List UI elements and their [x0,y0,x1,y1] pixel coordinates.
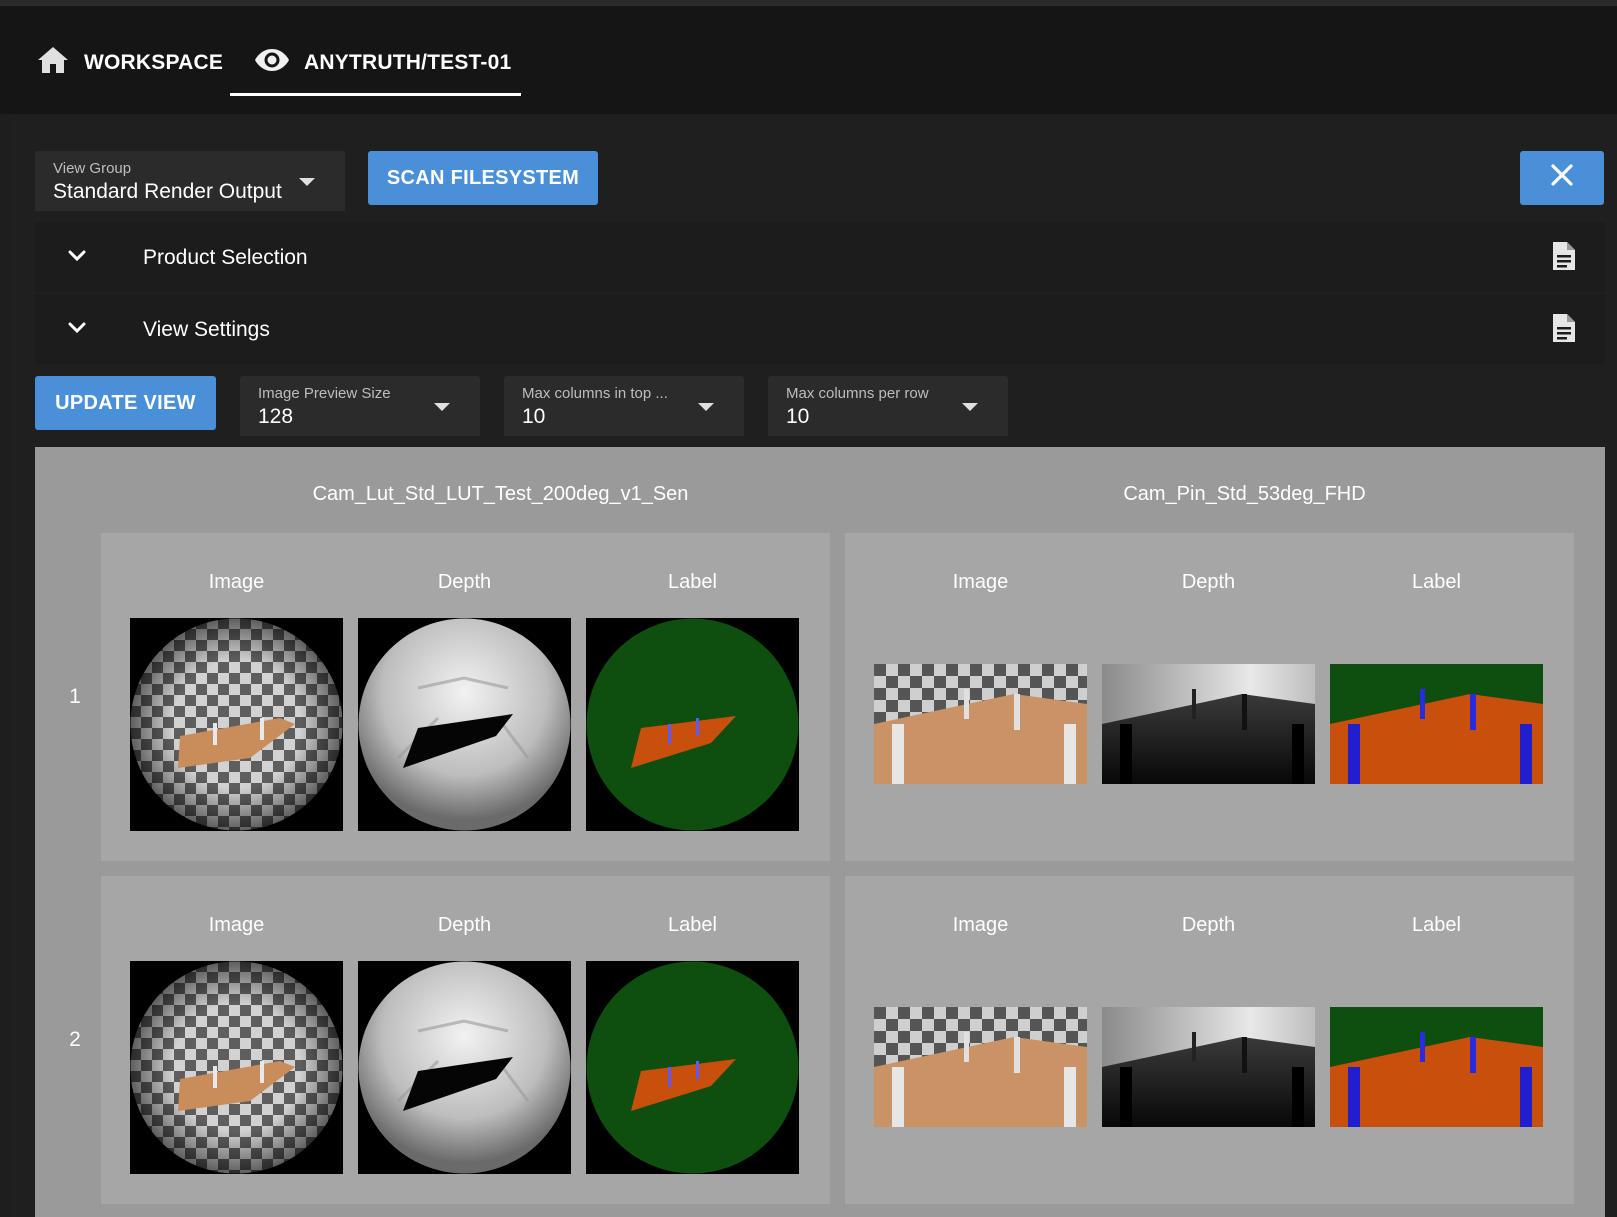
result-cell: Image Depth Label [101,876,830,1204]
channel-header: Image [208,914,265,936]
chevron-down-icon [962,403,978,411]
max-columns-top-value: 10 [522,405,546,428]
column-title: Cam_Lut_Std_LUT_Test_200deg_v1_Sen [312,483,689,505]
channel-header: Depth [437,914,492,936]
column-title: Cam_Pin_Std_53deg_FHD [1123,483,1366,505]
max-columns-row-select[interactable]: Max columns per row 10 [768,376,1008,436]
home-icon [36,45,70,81]
max-columns-row-label: Max columns per row [786,385,929,402]
max-columns-row-value: 10 [786,405,810,428]
depth-thumbnail[interactable] [358,618,571,831]
document-icon[interactable] [1551,312,1577,349]
close-icon [1550,163,1574,193]
view-group-label: View Group [53,160,132,177]
label-thumbnail[interactable] [586,961,799,1174]
view-group-select[interactable]: View Group Standard Render Output [35,151,345,211]
channel-header: Image [208,571,265,593]
chevron-down-icon[interactable] [65,244,89,273]
channel-header: Image [952,914,1009,936]
label-thumbnail[interactable] [1330,1007,1543,1127]
depth-thumbnail[interactable] [1102,1007,1315,1127]
view-settings-section[interactable]: View Settings [35,294,1605,364]
tab-anytruth-label: ANYTRUTH/TEST-01 [304,51,512,74]
result-cell: Image Depth Label [845,533,1574,861]
preview-size-value: 128 [258,405,294,428]
label-thumbnail[interactable] [586,618,799,831]
label-thumbnail[interactable] [1330,664,1543,784]
tab-workspace-label: WORKSPACE [84,51,224,74]
image-thumbnail[interactable] [130,618,343,831]
close-button[interactable] [1520,151,1604,205]
image-thumbnail[interactable] [874,1007,1087,1127]
update-view-button[interactable]: UPDATE VIEW [35,376,216,430]
view-settings-title: View Settings [143,318,270,341]
tab-workspace[interactable]: WORKSPACE [36,28,223,98]
max-columns-top-select[interactable]: Max columns in top ... 10 [504,376,744,436]
channel-header: Label [668,914,717,936]
result-cell: Image Depth Label [845,876,1574,1204]
preview-size-label: Image Preview Size [258,385,391,402]
chevron-down-icon [434,403,450,411]
tab-anytruth-test[interactable]: ANYTRUTH/TEST-01 [254,28,511,98]
eye-icon [254,47,290,79]
document-icon[interactable] [1551,240,1577,277]
depth-thumbnail[interactable] [358,961,571,1174]
chevron-down-icon [698,403,714,411]
channel-header: Label [668,571,717,593]
channel-header: Label [1412,571,1461,593]
chevron-down-icon [299,178,315,186]
product-selection-section[interactable]: Product Selection [35,222,1605,292]
top-bar: WORKSPACE ANYTRUTH/TEST-01 [0,0,1617,114]
channel-header: Label [1412,914,1461,936]
result-cell: Image Depth Label [101,533,830,861]
channel-header: Depth [1181,914,1236,936]
scan-filesystem-button[interactable]: SCAN FILESYSTEM [368,151,598,205]
max-columns-top-label: Max columns in top ... [522,385,668,402]
image-thumbnail[interactable] [874,664,1087,784]
results-grid: Cam_Lut_Std_LUT_Test_200deg_v1_Sen Cam_P… [35,447,1605,1217]
image-thumbnail[interactable] [130,961,343,1174]
active-tab-indicator [230,93,521,96]
depth-thumbnail[interactable] [1102,664,1315,784]
channel-header: Depth [437,571,492,593]
channel-header: Depth [1181,571,1236,593]
chevron-down-icon[interactable] [65,316,89,345]
preview-size-select[interactable]: Image Preview Size 128 [240,376,480,436]
view-group-value: Standard Render Output [53,180,282,203]
product-selection-title: Product Selection [143,246,308,269]
channel-header: Image [952,571,1009,593]
